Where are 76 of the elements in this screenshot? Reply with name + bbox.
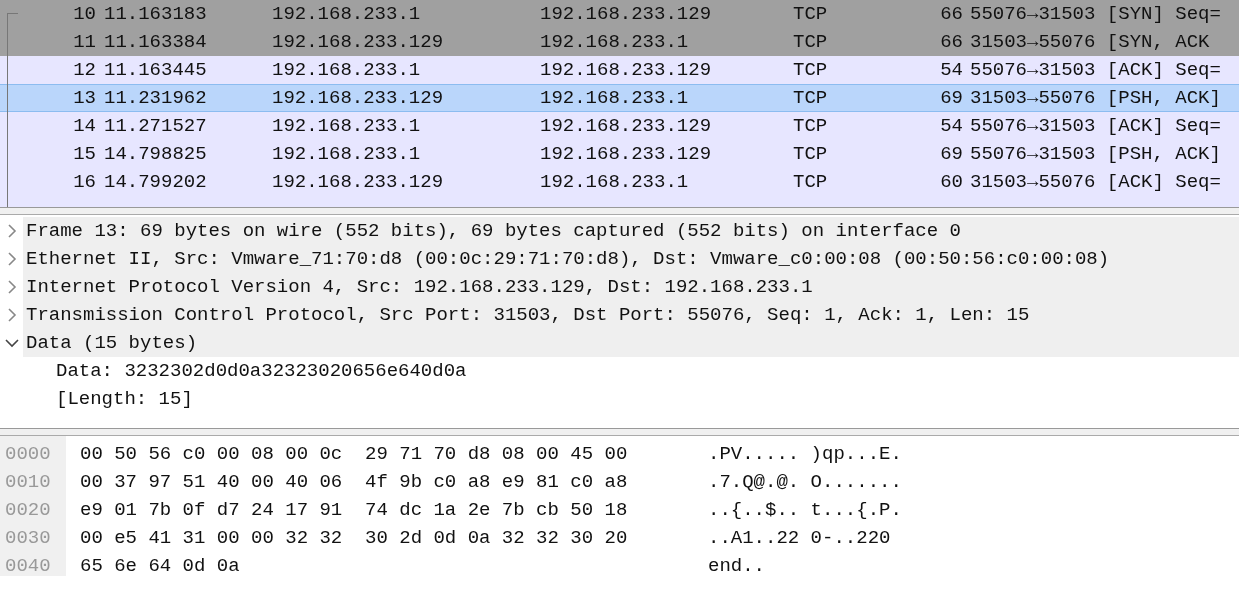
hex-bytes: 00 e5 41 31 00 00 32 32 30 2d 0d 0a 32 32 30 20 — [80, 526, 629, 551]
packet-protocol-cell-text: TCP — [793, 142, 829, 167]
packet-length-cell-text: 60 — [939, 170, 963, 195]
pane-splitter[interactable] — [0, 208, 1239, 215]
packet-info-cell-text: 55076→31503 [ACK] Seq= — [969, 114, 1221, 139]
packet-row[interactable]: 13 11.231962 192.168.233.129 192.168.233.1 TCP 69 31503→55076 [PSH, ACK] — [0, 84, 1239, 112]
hex-bytes: e9 01 7b 0f d7 24 17 91 74 dc 1a 2e 7b cb 50 18 — [80, 498, 629, 523]
packet-time-cell-text: 11.163384 — [103, 30, 208, 55]
packet-destination-cell-text: 192.168.233.129 — [540, 142, 713, 167]
packet-info-cell-text: 31503→55076 [SYN, ACK — [969, 30, 1210, 55]
packet-no-cell-text: 11 — [72, 30, 96, 55]
byte-offset: 0020 — [4, 498, 52, 523]
ascii-bytes: ..A1..22 0-..220 — [708, 526, 892, 551]
packet-protocol-cell-text: TCP — [793, 2, 829, 27]
packet-time-cell-text: 14.798825 — [103, 142, 208, 167]
hex-bytes: 65 6e 64 0d 0a — [80, 554, 241, 579]
packet-length-cell-text: 69 — [939, 142, 963, 167]
packet-protocol-cell-text: TCP — [793, 170, 829, 195]
packet-info-cell-text: 31503→55076 [PSH, ACK] — [969, 86, 1221, 111]
packet-info-cell-text: 55076→31503 [ACK] Seq= — [969, 58, 1221, 83]
packet-row[interactable]: 11 11.163384 192.168.233.129 192.168.233.1 TCP 66 31503→55076 [SYN, ACK — [0, 28, 1239, 56]
byte-offset: 0040 — [4, 554, 52, 579]
packet-no-cell-text: 16 — [72, 170, 96, 195]
packet-time-cell-text: 11.231962 — [103, 86, 208, 111]
packet-info-cell-text: 31503→55076 [ACK] Seq= — [969, 170, 1221, 195]
packet-time-cell-text: 11.271527 — [103, 114, 208, 139]
byte-offset: 0010 — [4, 470, 52, 495]
packet-no-cell-text: 14 — [72, 114, 96, 139]
packet-protocol-cell-text: TCP — [793, 114, 829, 139]
packet-info-cell-text: 55076→31503 [SYN] Seq= — [969, 2, 1221, 27]
packet-source-cell-text: 192.168.233.1 — [272, 2, 422, 27]
packet-protocol-cell-text: TCP — [793, 86, 829, 111]
packet-length-cell-text: 54 — [939, 58, 963, 83]
packet-protocol-cell-text: TCP — [793, 30, 829, 55]
tree-item[interactable]: [Length: 15] — [0, 388, 193, 410]
pane-splitter[interactable] — [0, 429, 1239, 436]
packet-source-cell-text: 192.168.233.129 — [272, 30, 445, 55]
packet-destination-cell-text: 192.168.233.1 — [540, 86, 690, 111]
packet-no-cell-text: 12 — [72, 58, 96, 83]
packet-destination-cell-text: 192.168.233.129 — [540, 2, 713, 27]
packet-time-cell-text: 11.163183 — [103, 2, 208, 27]
tree-item[interactable]: Internet Protocol Version 4, Src: 192.168.233.129, Dst: 192.168.233.1 — [23, 273, 1239, 301]
packet-source-cell-text: 192.168.233.1 — [272, 142, 422, 167]
packet-length-cell-text: 66 — [939, 30, 963, 55]
packet-source-cell-text: 192.168.233.1 — [272, 58, 422, 83]
packet-time-cell-text: 14.799202 — [103, 170, 208, 195]
packet-source-cell-text: 192.168.233.129 — [272, 170, 445, 195]
byte-offset: 0000 — [4, 442, 52, 467]
packet-info-cell-text: 55076→31503 [PSH, ACK] — [969, 142, 1221, 167]
tree-item[interactable]: Transmission Control Protocol, Src Port: 31503, Dst Port: 55076, Seq: 1, Ack: 1, Len: 15 — [23, 301, 1239, 329]
packet-source-cell-text: 192.168.233.1 — [272, 114, 422, 139]
packet-no-cell-text: 10 — [72, 2, 96, 27]
packet-length-cell-text: 54 — [939, 114, 963, 139]
tree-item[interactable]: Ethernet II, Src: Vmware_71:70:d8 (00:0c:29:71:70:d8), Dst: Vmware_c0:00:08 (00:50:56:c0:00:08) — [23, 245, 1239, 273]
packet-no-cell-text: 15 — [72, 142, 96, 167]
byte-offset: 0030 — [4, 526, 52, 551]
packet-time-cell-text: 11.163445 — [103, 58, 208, 83]
ascii-bytes: .PV..... )qp...E. — [708, 442, 902, 467]
packet-length-cell-text: 69 — [939, 86, 963, 111]
packet-source-cell-text: 192.168.233.129 — [272, 86, 445, 111]
tree-item[interactable]: Frame 13: 69 bytes on wire (552 bits), 69 bytes captured (552 bits) on interface 0 — [23, 217, 1239, 245]
tree-item[interactable]: Data: 3232302d0d0a32323020656e640d0a — [0, 360, 467, 382]
hex-bytes: 00 37 97 51 40 00 40 06 4f 9b c0 a8 e9 81 c0 a8 — [80, 470, 629, 495]
packet-destination-cell-text: 192.168.233.1 — [540, 170, 690, 195]
packet-destination-cell-text: 192.168.233.129 — [540, 114, 713, 139]
hex-bytes: 00 50 56 c0 00 08 00 0c 29 71 70 d8 08 00 45 00 — [80, 442, 629, 467]
packet-length-cell-text: 66 — [939, 2, 963, 27]
ascii-bytes: end.. — [708, 554, 766, 579]
ascii-bytes: ..{..$.. t...{.P. — [708, 498, 902, 523]
packet-no-cell-text: 13 — [72, 86, 96, 111]
packet-destination-cell-text: 192.168.233.129 — [540, 58, 713, 83]
packet-destination-cell-text: 192.168.233.1 — [540, 30, 690, 55]
ascii-bytes: .7.Q@.@. O....... — [708, 470, 902, 495]
packet-row[interactable]: 10 11.163183 192.168.233.1 192.168.233.129 TCP 66 55076→31503 [SYN] Seq= — [0, 0, 1239, 28]
packet-protocol-cell-text: TCP — [793, 58, 829, 83]
tree-item[interactable]: Data (15 bytes) — [23, 329, 1239, 357]
